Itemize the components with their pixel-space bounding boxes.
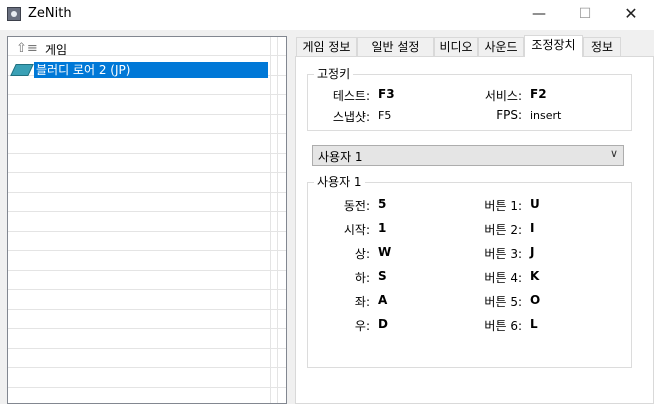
window-title: ZeNith <box>28 6 72 21</box>
hotkeys-group-title: 고정키 <box>314 67 354 81</box>
tree-gridline-horizontal <box>8 328 286 329</box>
service-label: 서비스: <box>484 89 522 103</box>
chevron-down-icon: ∨ <box>609 147 618 160</box>
down-label: 하: <box>354 271 370 285</box>
snapshot-key: F5 <box>378 109 392 122</box>
tab-sound[interactable]: 사운드 <box>478 37 524 56</box>
tree-gridline-horizontal <box>8 289 286 290</box>
tree-gridline-horizontal <box>8 270 286 271</box>
tree-gridline-vertical <box>270 37 271 403</box>
fps-key: insert <box>530 109 562 122</box>
tree-gridline-horizontal <box>8 192 286 193</box>
tree-gridline-horizontal <box>8 153 286 154</box>
player-group-title: 사용자 1 <box>314 175 365 189</box>
tab-info[interactable]: 정보 <box>583 37 621 56</box>
close-button[interactable]: ✕ <box>608 0 654 30</box>
game-tree[interactable]: ⇧≡ 게임 블러디 로어 2 (JP) <box>7 36 287 404</box>
button-5-key: O <box>530 293 541 307</box>
button-6-label: 버튼 6: <box>484 319 522 333</box>
coin-key: 5 <box>378 197 387 211</box>
tree-gridline-horizontal <box>8 114 286 115</box>
minimize-button[interactable]: — <box>516 0 562 30</box>
title-bar: ZeNith — ☐ ✕ <box>0 0 654 30</box>
right-label: 우: <box>354 319 370 333</box>
button-4-key: K <box>530 269 540 283</box>
tree-gridline-horizontal <box>8 231 286 232</box>
right-key: D <box>378 317 388 331</box>
left-key: A <box>378 293 388 307</box>
start-label: 시작: <box>343 223 370 237</box>
tab-general-settings[interactable]: 일반 설정 <box>357 37 434 56</box>
tree-item-game[interactable]: 블러디 로어 2 (JP) <box>10 62 268 78</box>
tree-gridline-horizontal <box>8 367 286 368</box>
up-label: 상: <box>354 247 370 261</box>
left-label: 좌: <box>354 295 370 309</box>
tree-gridline-vertical <box>277 37 278 403</box>
down-key: S <box>378 269 387 283</box>
tree-root-label: 게임 <box>45 43 68 57</box>
sort-folder-icon: ⇧≡ <box>16 41 38 56</box>
service-key: F2 <box>530 87 547 101</box>
tree-gridline-horizontal <box>8 387 286 388</box>
tab-video[interactable]: 비디오 <box>434 37 478 56</box>
game-icon <box>10 64 34 76</box>
player-select-value: 사용자 1 <box>318 150 363 164</box>
tab-controller[interactable]: 조정장치 <box>524 35 583 57</box>
start-key: 1 <box>378 221 387 235</box>
coin-label: 동전: <box>343 199 370 213</box>
tree-gridline-horizontal <box>8 250 286 251</box>
button-3-label: 버튼 3: <box>484 247 522 261</box>
button-3-key: J <box>530 245 535 259</box>
button-4-label: 버튼 4: <box>484 271 522 285</box>
tree-gridline-horizontal <box>8 94 286 95</box>
tree-gridline-horizontal <box>8 172 286 173</box>
tab-game-info[interactable]: 게임 정보 <box>296 37 357 56</box>
app-icon <box>7 7 21 21</box>
tree-gridlines <box>8 37 286 403</box>
tree-gridline-horizontal <box>8 211 286 212</box>
test-label: 테스트: <box>332 89 370 103</box>
button-2-key: I <box>530 221 535 235</box>
tree-item-label: 블러디 로어 2 (JP) <box>34 62 268 78</box>
button-1-label: 버튼 1: <box>484 199 522 213</box>
tree-gridline-horizontal <box>8 309 286 310</box>
tree-gridline-horizontal <box>8 348 286 349</box>
maximize-button[interactable]: ☐ <box>562 0 608 30</box>
button-2-label: 버튼 2: <box>484 223 522 237</box>
test-key: F3 <box>378 87 395 101</box>
button-5-label: 버튼 5: <box>484 295 522 309</box>
button-6-key: L <box>530 317 538 331</box>
player-select[interactable]: 사용자 1 ∨ <box>312 145 624 166</box>
tree-gridline-horizontal <box>8 133 286 134</box>
fps-label: FPS: <box>496 108 522 122</box>
up-key: W <box>378 245 392 259</box>
snapshot-label: 스냅샷: <box>332 110 370 124</box>
button-1-key: U <box>530 197 540 211</box>
